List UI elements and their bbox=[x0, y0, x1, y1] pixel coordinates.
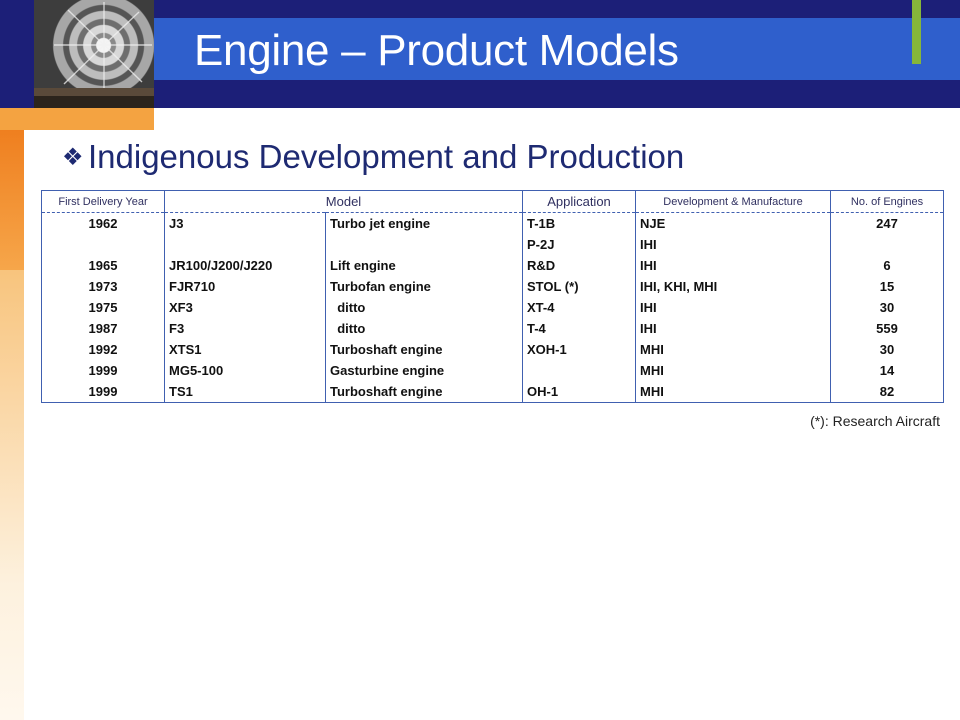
cell-year: 1973 bbox=[88, 279, 118, 294]
table-row: 1962 J3 Turbo jet engine T-1B NJE 247 bbox=[42, 212, 944, 234]
cell-year: 1987 bbox=[88, 321, 118, 336]
cell-engines: 82 bbox=[830, 381, 944, 403]
cell-application: P-2J bbox=[522, 234, 636, 255]
table-row: 1973 FJR710 Turbofan engine STOL (*) IHI… bbox=[42, 276, 944, 297]
cell-maker: IHI bbox=[635, 234, 831, 255]
cell-model: J3 bbox=[164, 212, 326, 234]
cell-model: F3 bbox=[164, 318, 326, 339]
cell-application: STOL (*) bbox=[522, 276, 636, 297]
cell-engine-type bbox=[325, 234, 523, 255]
cell-model: FJR710 bbox=[164, 276, 326, 297]
cell-engines: 247 bbox=[830, 212, 944, 234]
cell-engines: 559 bbox=[830, 318, 944, 339]
cell-maker: IHI bbox=[635, 297, 831, 318]
cell-engine-type: Lift engine bbox=[325, 255, 523, 276]
cell-engines: 6 bbox=[830, 255, 944, 276]
cell-engine-type: ditto bbox=[325, 297, 523, 318]
table-row: 1999 TS1 Turboshaft engine OH-1 MHI 82 bbox=[42, 381, 944, 403]
cell-model: JR100/J200/J220 bbox=[164, 255, 326, 276]
table-row: 1987 F3 ditto T-4 IHI 559 bbox=[42, 318, 944, 339]
table-row: 1999 MG5-100 Gasturbine engine MHI 14 bbox=[42, 360, 944, 381]
cell-engine-type: Turboshaft engine bbox=[325, 381, 523, 403]
cell-engine-type: ditto bbox=[325, 318, 523, 339]
cell-maker: IHI bbox=[635, 255, 831, 276]
green-accent-bar bbox=[912, 0, 921, 64]
cell-engine-type: Turboshaft engine bbox=[325, 339, 523, 360]
cell-engines: 14 bbox=[830, 360, 944, 381]
header-development-manufacture: Development & Manufacture bbox=[635, 190, 831, 213]
cell-model: XTS1 bbox=[164, 339, 326, 360]
cell-year: 1999 bbox=[88, 363, 118, 378]
cell-year: 1992 bbox=[88, 342, 118, 357]
cell-year: 1965 bbox=[88, 258, 118, 273]
cell-model: TS1 bbox=[164, 381, 326, 403]
cell-application: XT-4 bbox=[522, 297, 636, 318]
cell-maker: MHI bbox=[635, 339, 831, 360]
cell-engines: 15 bbox=[830, 276, 944, 297]
cell-maker: MHI bbox=[635, 381, 831, 403]
header-first-delivery-year: First Delivery Year bbox=[41, 190, 165, 213]
cell-application: OH-1 bbox=[522, 381, 636, 403]
jet-engine-image bbox=[34, 0, 154, 108]
table-row: 1992 XTS1 Turboshaft engine XOH-1 MHI 30 bbox=[42, 339, 944, 360]
orange-side-bar bbox=[0, 130, 24, 270]
cell-application: R&D bbox=[522, 255, 636, 276]
cell-year: 1975 bbox=[88, 300, 118, 315]
cell-engines bbox=[830, 234, 944, 255]
header-bottom-band bbox=[154, 80, 960, 108]
orange-strip bbox=[0, 108, 154, 130]
cell-application: XOH-1 bbox=[522, 339, 636, 360]
cell-engine-type: Turbo jet engine bbox=[325, 212, 523, 234]
header-application: Application bbox=[522, 190, 636, 213]
diamond-bullet-icon: ❖ bbox=[62, 144, 84, 171]
cell-model bbox=[164, 234, 326, 255]
cell-year: 1999 bbox=[88, 384, 118, 399]
cell-maker: NJE bbox=[635, 212, 831, 234]
bullet-text: Indigenous Development and Production bbox=[88, 138, 685, 175]
cell-maker: IHI, KHI, MHI bbox=[635, 276, 831, 297]
cell-maker: MHI bbox=[635, 360, 831, 381]
cell-maker: IHI bbox=[635, 318, 831, 339]
slide-title: Engine – Product Models bbox=[194, 26, 679, 75]
table-row: 1965 JR100/J200/J220 Lift engine R&D IHI… bbox=[42, 255, 944, 276]
header-no-of-engines: No. of Engines bbox=[830, 190, 944, 213]
cell-model: MG5-100 bbox=[164, 360, 326, 381]
cell-engine-type: Turbofan engine bbox=[325, 276, 523, 297]
cell-application: T-4 bbox=[522, 318, 636, 339]
orange-side-fade bbox=[0, 270, 24, 720]
bullet-heading: ❖ Indigenous Development and Production bbox=[62, 138, 684, 176]
cell-application bbox=[522, 360, 636, 381]
table-header-row: First Delivery Year Model Application De… bbox=[41, 190, 944, 213]
footnote-research-aircraft: (*): Research Aircraft bbox=[810, 413, 940, 429]
engine-models-table: First Delivery Year Model Application De… bbox=[41, 190, 944, 403]
cell-model: XF3 bbox=[164, 297, 326, 318]
table-row: P-2J IHI bbox=[42, 234, 944, 255]
cell-year: 1962 bbox=[88, 216, 118, 231]
cell-application: T-1B bbox=[522, 212, 636, 234]
header-model: Model bbox=[164, 190, 523, 213]
cell-engine-type: Gasturbine engine bbox=[325, 360, 523, 381]
cell-year bbox=[42, 234, 165, 255]
table-row: 1975 XF3 ditto XT-4 IHI 30 bbox=[42, 297, 944, 318]
cell-engines: 30 bbox=[830, 297, 944, 318]
cell-engines: 30 bbox=[830, 339, 944, 360]
